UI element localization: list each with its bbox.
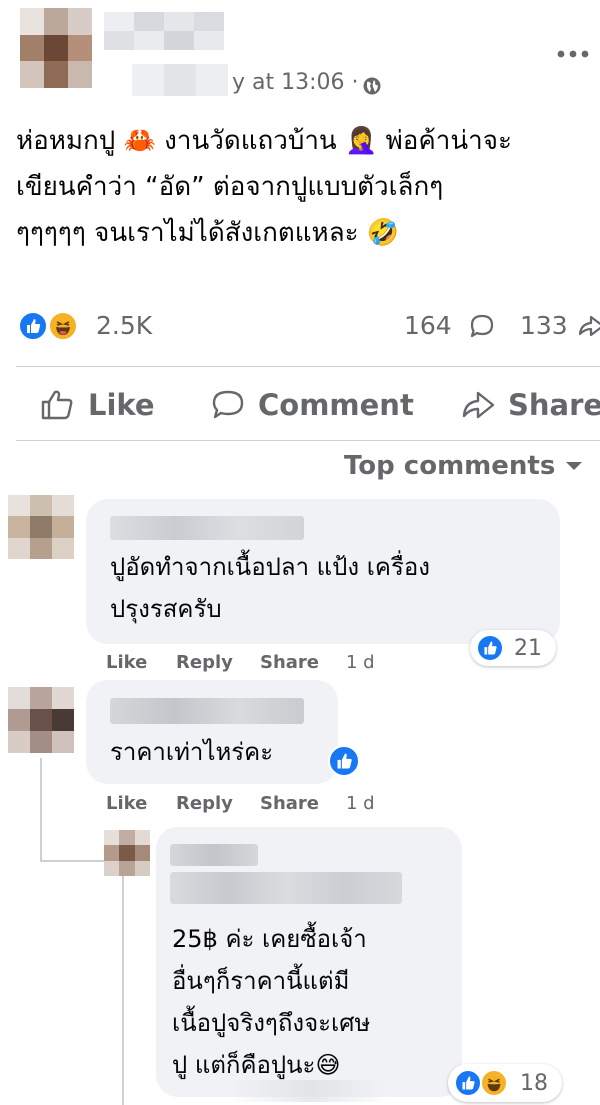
comment-share-link[interactable]: Share bbox=[260, 652, 319, 673]
reply-line: 25฿ ค่ะ เคยซื้อเจ้า bbox=[172, 925, 367, 953]
post-body: ห่อหมกปู 🦀 งานวัดแถวบ้าน 🤦‍♀️ พ่อค้าน่าจ… bbox=[16, 118, 596, 256]
share-count-icon bbox=[576, 312, 600, 340]
like-button-label: Like bbox=[88, 388, 155, 422]
post-timestamp[interactable]: y at 13:06 · bbox=[232, 70, 359, 95]
comment-like-link[interactable]: Like bbox=[106, 793, 147, 814]
shares-count[interactable]: 133 bbox=[520, 311, 568, 340]
chevron-down-icon bbox=[566, 462, 583, 470]
post-body-line: ๆๆๆๆๆ จนเราไม่ได้สังเกตแหละ 🤣 bbox=[16, 218, 400, 248]
reply-avatar[interactable] bbox=[104, 830, 150, 876]
comment-reply-link[interactable]: Reply bbox=[176, 793, 233, 814]
divider bbox=[16, 366, 600, 367]
comment-reply-link[interactable]: Reply bbox=[176, 652, 233, 673]
comments-count[interactable]: 164 bbox=[404, 311, 452, 340]
comment-line: ปรุงรสครับ bbox=[110, 595, 222, 623]
comment-icon bbox=[212, 390, 244, 419]
poster-date-blurred bbox=[132, 64, 228, 96]
divider bbox=[16, 440, 600, 441]
like-reaction-icon[interactable] bbox=[328, 745, 360, 777]
haha-reaction-icon bbox=[480, 1069, 508, 1097]
globe-icon bbox=[362, 76, 382, 96]
post-body-line: เขียนคำว่า “อัด” ต่อจากปูแบบตัวเล็กๆ bbox=[16, 172, 444, 202]
comment-share-link[interactable]: Share bbox=[260, 793, 319, 814]
haha-reaction-icon[interactable] bbox=[48, 311, 78, 341]
commenter-avatar[interactable] bbox=[8, 495, 74, 559]
thumbs-up-icon bbox=[41, 390, 73, 420]
commenter-name-blurred[interactable] bbox=[110, 516, 304, 540]
commenter-avatar[interactable] bbox=[8, 687, 74, 753]
thread-line bbox=[40, 860, 104, 862]
reply-name-blurred[interactable] bbox=[170, 844, 258, 866]
comment-text: ราคาเท่าไหร่คะ bbox=[110, 731, 273, 773]
comment-age: 1 d bbox=[346, 652, 375, 673]
post-body-line: ห่อหมกปู 🦀 งานวัดแถวบ้าน 🤦‍♀️ พ่อค้าน่าจ… bbox=[16, 126, 512, 156]
comment-line: ปูอัดทำจากเนื้อปลา แป้ง เครื่อง bbox=[110, 553, 431, 581]
comment-button[interactable]: Comment bbox=[210, 384, 414, 426]
reactions-count[interactable]: 2.5K bbox=[96, 311, 152, 340]
watermark-blur bbox=[230, 1080, 390, 1102]
share-button-label: Share bbox=[508, 388, 600, 422]
comment-age: 1 d bbox=[346, 793, 375, 814]
reply-reaction-count: 18 bbox=[520, 1071, 548, 1096]
like-reaction-icon bbox=[454, 1069, 482, 1097]
thread-line bbox=[122, 870, 124, 1105]
commenter-name-blurred[interactable] bbox=[110, 698, 304, 724]
comment-like-link[interactable]: Like bbox=[106, 652, 147, 673]
reply-text: 25฿ ค่ะ เคยซื้อเจ้า อื่นๆก็ราคานี้แต่มี … bbox=[172, 918, 370, 1086]
sort-label: Top comments bbox=[344, 451, 556, 481]
comment-line: ราคาเท่าไหร่คะ bbox=[110, 738, 274, 766]
poster-avatar[interactable] bbox=[20, 8, 92, 88]
reply-line: เนื้อปูจริงๆถึงจะเศษ bbox=[172, 1009, 371, 1037]
comment-reaction-count: 21 bbox=[514, 636, 542, 661]
share-icon bbox=[462, 391, 495, 419]
share-button[interactable]: Share bbox=[460, 384, 600, 426]
like-reaction-icon[interactable] bbox=[18, 311, 48, 341]
comment-button-label: Comment bbox=[258, 388, 414, 422]
comment-bubble-icon bbox=[468, 312, 496, 340]
reply-line: อื่นๆก็ราคานี้แต่มี bbox=[172, 967, 350, 995]
like-reaction-icon bbox=[476, 634, 504, 662]
top-comments-sort[interactable]: Top comments bbox=[344, 451, 583, 481]
poster-name-blurred[interactable] bbox=[104, 12, 224, 50]
comment-text: ปูอัดทำจากเนื้อปลา แป้ง เครื่อง ปรุงรสคร… bbox=[110, 546, 430, 630]
thread-line bbox=[40, 758, 42, 862]
like-button[interactable]: Like bbox=[40, 384, 155, 426]
more-dots-icon[interactable] bbox=[556, 44, 590, 58]
reply-name-blurred[interactable] bbox=[170, 872, 402, 904]
